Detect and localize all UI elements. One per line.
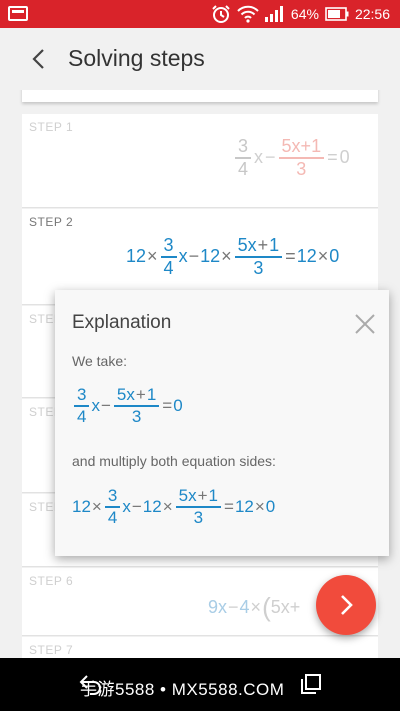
app-bar: Solving steps — [0, 28, 400, 90]
close-icon — [355, 314, 375, 334]
step-label: STEP 7 — [29, 643, 74, 657]
battery-icon — [325, 7, 349, 21]
explanation-equation-1: 3 4 x − 5x+1 3 = 0 — [72, 385, 183, 426]
fraction: 5x+1 3 — [278, 136, 325, 179]
signal-icon — [264, 6, 285, 22]
step-1-equation: 3 4 x − 5x+1 3 = 0 — [233, 136, 351, 179]
step-label: STEP 2 — [29, 215, 74, 229]
step-2-equation: 12 × 3 4 x − 12 × 5x+1 3 = 12 × 0 — [126, 235, 340, 278]
step-6-equation: 9x − 4 × ( 5x+ — [208, 592, 301, 622]
wifi-icon — [237, 5, 259, 23]
watermark: 手游5588 • MX5588.COM — [80, 680, 285, 699]
explanation-equation-2: 12 × 3 4 x − 12 × 5x+1 3 = 12 × 0 — [72, 486, 276, 527]
step-card-1[interactable]: STEP 1 3 4 x − 5x+1 3 = 0 — [22, 114, 378, 208]
fraction: 3 4 — [235, 136, 252, 179]
step-card-7[interactable]: STEP 7 — [22, 637, 378, 658]
fraction: 3 4 — [104, 486, 121, 527]
explanation-popup: Explanation We take: 3 4 x − 5x+1 3 = 0 … — [55, 290, 389, 556]
chevron-right-icon — [341, 595, 353, 615]
explanation-text-multiply: and multiply both equation sides: — [72, 453, 276, 469]
fraction: 5x+1 3 — [234, 235, 283, 278]
fraction: 3 4 — [160, 235, 177, 278]
fraction: 5x+1 3 — [175, 486, 221, 527]
step-label: STEP 1 — [29, 120, 74, 134]
fraction: 3 4 — [74, 385, 90, 426]
clock: 22:56 — [354, 6, 390, 22]
battery-percent: 64% — [290, 6, 319, 22]
status-bar: 64% 22:56 — [0, 0, 400, 28]
recents-icon — [301, 674, 321, 694]
chevron-left-icon — [32, 49, 44, 69]
explanation-text-take: We take: — [72, 353, 127, 369]
recents-nav-button[interactable] — [300, 673, 326, 695]
back-button[interactable] — [22, 42, 56, 76]
problem-card-faded-text: —————— — [142, 90, 220, 91]
next-step-button[interactable] — [316, 575, 376, 635]
step-label: STEP 6 — [29, 574, 74, 588]
notification-icon — [8, 6, 28, 21]
explanation-title: Explanation — [72, 312, 172, 333]
close-button[interactable] — [353, 312, 377, 336]
page-title: Solving steps — [68, 45, 205, 71]
alarm-icon — [211, 4, 231, 24]
fraction: 5x+1 3 — [113, 385, 160, 426]
system-nav-bar: 手游5588 • MX5588.COM — [0, 658, 400, 711]
problem-card: —————— — [22, 90, 378, 102]
